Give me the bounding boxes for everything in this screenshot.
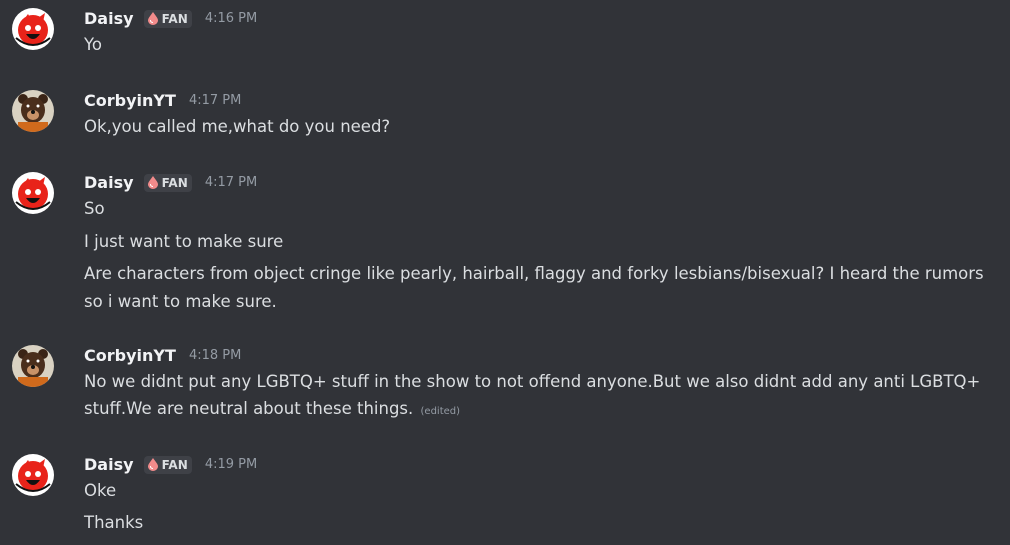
drop-icon [147,12,158,25]
drop-icon [147,458,158,471]
username[interactable]: CorbyinYT [84,345,176,367]
avatar[interactable] [12,345,54,387]
timestamp[interactable]: 4:19 PM [205,454,257,476]
message-text: stuff.We are neutral about these things.… [84,397,1004,423]
message-text: Oke [84,481,117,500]
message-text: Ok,you called me,what do you need? [84,117,391,136]
role-badge[interactable]: FAN [143,10,192,28]
message-header: Daisy FAN 4:16 PM [84,8,257,30]
message-text: Thanks [84,513,144,532]
daisy-avatar-icon [12,172,54,214]
role-badge[interactable]: FAN [143,456,192,474]
avatar[interactable] [12,172,54,214]
message-header: Daisy FAN 4:19 PM [84,454,257,476]
message-text: Are characters from object cringe like p… [84,264,984,283]
username[interactable]: Daisy [84,454,134,476]
role-badge[interactable]: FAN [143,174,192,192]
badge-label: FAN [161,176,188,190]
edited-label[interactable]: (edited) [421,406,461,417]
message-text: No we didnt put any LGBTQ+ stuff in the … [84,372,981,391]
bear-avatar-icon [12,345,54,387]
bear-avatar-icon [12,90,54,132]
avatar[interactable] [12,454,54,496]
badge-label: FAN [161,458,188,472]
message-header: Daisy FAN 4:17 PM [84,172,257,194]
message-text: so i want to make sure. [84,292,277,311]
avatar[interactable] [12,90,54,132]
chat-message-list: Daisy FAN 4:16 PM Yo CorbyinYT 4:17 PM O… [0,0,1010,545]
username[interactable]: Daisy [84,172,134,194]
username[interactable]: CorbyinYT [84,90,176,112]
timestamp[interactable]: 4:18 PM [189,345,241,367]
message-header: CorbyinYT 4:18 PM [84,345,241,367]
avatar[interactable] [12,8,54,50]
message-header: CorbyinYT 4:17 PM [84,90,241,112]
timestamp[interactable]: 4:17 PM [189,90,241,112]
message-text: Yo [84,35,102,54]
badge-label: FAN [161,12,188,26]
daisy-avatar-icon [12,8,54,50]
timestamp[interactable]: 4:16 PM [205,8,257,30]
drop-icon [147,176,158,189]
username[interactable]: Daisy [84,8,134,30]
message-text-content: stuff.We are neutral about these things. [84,399,414,418]
daisy-avatar-icon [12,454,54,496]
message-text: I just want to make sure [84,232,284,251]
timestamp[interactable]: 4:17 PM [205,172,257,194]
message-text: So [84,199,105,218]
